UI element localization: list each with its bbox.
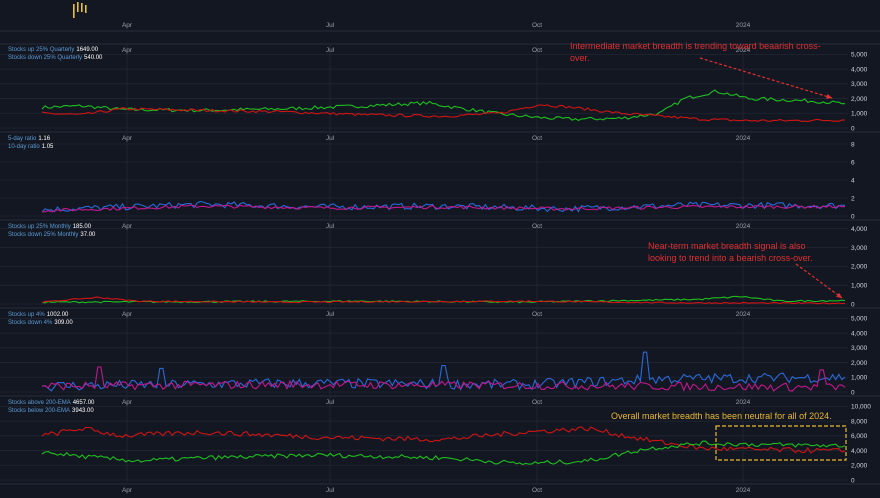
candle-mark [85, 5, 87, 13]
y-tick-label: 2,000 [851, 264, 868, 271]
candle-mark [73, 4, 75, 18]
y-tick-label: 0 [851, 125, 855, 132]
legend-pane-3: Stocks up 25% Monthly 185.00 Stocks down … [8, 223, 95, 239]
series-line [42, 351, 846, 392]
x-tick-label: Oct [532, 223, 542, 230]
legend-item: 10-day ratio 1.05 [8, 144, 54, 150]
x-tick-label: Jul [326, 399, 335, 406]
y-tick-label: 4,000 [851, 66, 868, 73]
annotation-intermediate: Intermediate market breadth is trending … [570, 41, 821, 63]
series-line [41, 426, 846, 454]
y-tick-label: 0 [851, 213, 855, 220]
y-tick-label: 3,000 [851, 81, 868, 88]
x-tick-label: Oct [532, 47, 542, 54]
x-tick-label-bottom: 2024 [736, 487, 751, 494]
legend-item: Stocks down 25% Quarterly 540.00 [8, 55, 103, 61]
y-tick-label: 1,000 [851, 375, 868, 382]
y-tick-label: 5,000 [851, 52, 868, 59]
legend-item: 5-day ratio 1.16 [8, 136, 51, 142]
annotation-arrow-2 [795, 263, 843, 299]
x-tick-label-bottom: Jul [326, 487, 335, 494]
y-tick-label: 3,000 [851, 245, 868, 252]
y-tick-label: 4,000 [851, 226, 868, 233]
annotation-near-term: Near-term market breadth signal is also … [648, 241, 813, 263]
x-tick-label-top: Jul [326, 22, 335, 29]
legend-pane-2: 5-day ratio 1.16 10-day ratio 1.05 [8, 135, 53, 151]
annotation-arrow-2-head [836, 292, 842, 298]
annotation-overall: Overall market breadth has been neutral … [611, 411, 832, 421]
y-tick-label: 2,000 [851, 360, 868, 367]
y-tick-label: 4 [851, 177, 855, 184]
x-tick-label-bottom: Oct [532, 487, 542, 494]
x-tick-label: Oct [532, 311, 542, 318]
x-tick-label: Apr [122, 399, 133, 406]
legend-item: Stocks down 25% Monthly 37.00 [8, 232, 96, 238]
y-tick-label: 1,000 [851, 111, 868, 118]
y-tick-label: 4,000 [851, 448, 868, 455]
y-tick-label: 0 [851, 477, 855, 484]
x-tick-label: Oct [532, 399, 542, 406]
series-line [41, 366, 846, 392]
x-tick-label: Apr [122, 135, 133, 142]
x-tick-label: 2024 [736, 399, 751, 406]
x-tick-label-top: 2024 [736, 22, 751, 29]
y-tick-label: 3,000 [851, 345, 868, 352]
legend-pane-1: Stocks up 25% Quarterly 1649.00 Stocks do… [8, 46, 102, 62]
y-tick-label: 6,000 [851, 433, 868, 440]
y-tick-label: 5,000 [851, 316, 868, 323]
y-tick-label: 2 [851, 195, 855, 202]
breadth-chart: Apr Jul Oct 2024 0 1,000 2,000 3,000 4,000 5,000 A… [0, 0, 880, 498]
series-line [41, 89, 845, 122]
y-tick-label: 2,000 [851, 463, 868, 470]
candle-mark [77, 2, 79, 12]
y-tick-label: 10,000 [851, 404, 871, 411]
legend-item: Stocks below 200-EMA 3943.00 [8, 408, 94, 414]
legend-pane-4: Stocks up 4% 1002.00 Stocks down 4% 309.00 [8, 311, 73, 327]
y-tick-label: 6 [851, 159, 855, 166]
legend-item: Stocks up 25% Quarterly 1649.00 [8, 47, 99, 53]
y-tick-label: 2,000 [851, 96, 868, 103]
annotation-arrow-1 [699, 57, 833, 99]
legend-pane-5: Stocks above 200-EMA 4657.00 Stocks below… [8, 399, 94, 415]
series-line [42, 204, 846, 213]
x-tick-label-top: Oct [532, 22, 542, 29]
series-line [41, 440, 846, 466]
x-tick-label-bottom: Apr [122, 487, 133, 494]
x-tick-label: Jul [326, 311, 335, 318]
y-tick-label: 0 [851, 301, 855, 308]
legend-item: Stocks above 200-EMA 4657.00 [8, 400, 95, 406]
x-tick-label-top: Apr [122, 22, 133, 29]
candle-mark [81, 3, 83, 12]
y-tick-label: 8,000 [851, 418, 868, 425]
x-tick-label: Jul [326, 47, 335, 54]
x-tick-label: Oct [532, 135, 542, 142]
x-tick-label: Jul [326, 135, 335, 142]
y-tick-label: 0 [851, 389, 855, 396]
x-tick-label: 2024 [736, 135, 751, 142]
x-tick-label: Apr [122, 311, 133, 318]
legend-item: Stocks up 25% Monthly 185.00 [8, 224, 92, 230]
x-tick-label: Jul [326, 223, 335, 230]
x-tick-label: Apr [122, 47, 133, 54]
x-tick-label: 2024 [736, 223, 751, 230]
series-line [41, 296, 846, 305]
y-tick-label: 4,000 [851, 330, 868, 337]
legend-item: Stocks up 4% 1002.00 [8, 312, 69, 318]
annotation-box [715, 425, 847, 461]
x-tick-label: Apr [122, 223, 133, 230]
x-tick-label: 2024 [736, 311, 751, 318]
legend-item: Stocks down 4% 309.00 [8, 320, 73, 326]
y-tick-label: 1,000 [851, 282, 868, 289]
y-tick-label: 8 [851, 141, 855, 148]
